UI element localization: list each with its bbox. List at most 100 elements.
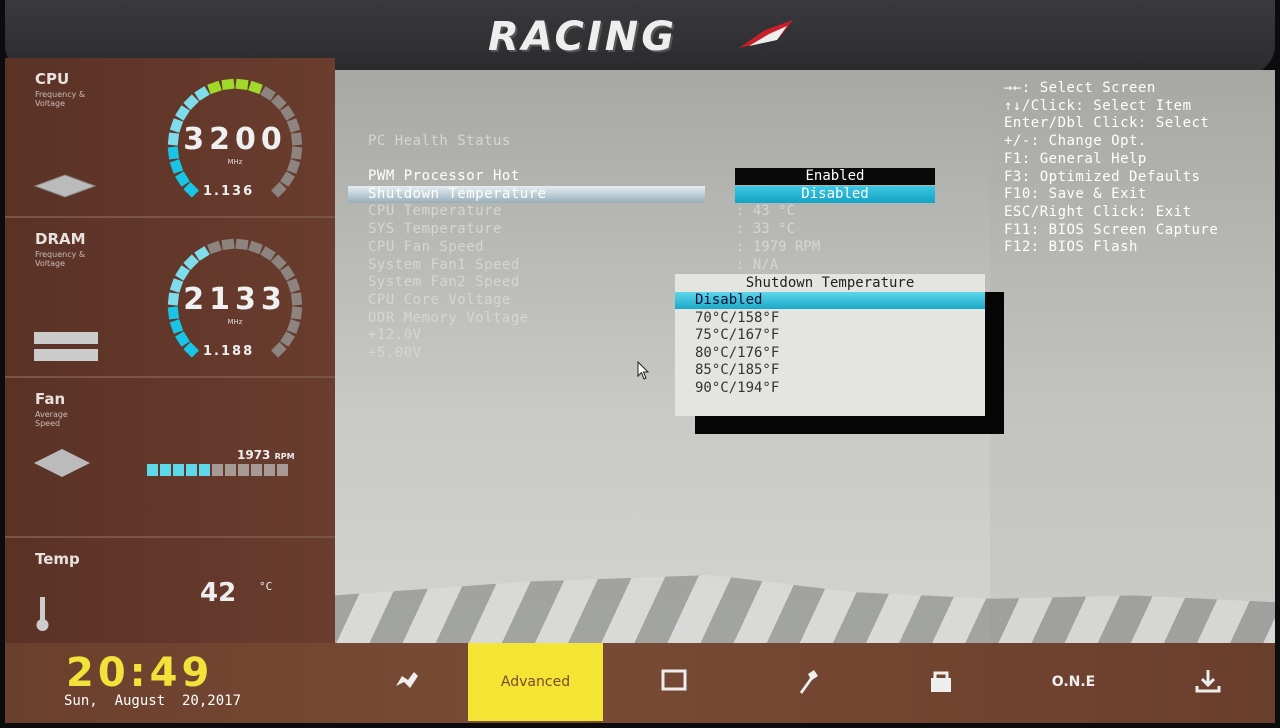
gauge-segment: [175, 105, 190, 121]
gauge-segment: [194, 246, 210, 261]
fan-speed-bar: [147, 464, 288, 476]
setting-value: : 43 °C: [736, 203, 796, 220]
gauge-segment: [183, 254, 199, 270]
popup-option[interactable]: 75°C/167°F: [675, 327, 985, 344]
cpu-frequency: 3200: [183, 122, 287, 157]
popup-title: Shutdown Temperature: [745, 275, 915, 291]
dram-voltage: 1.188: [203, 344, 255, 359]
lock-icon: [930, 671, 951, 692]
fan-title: Fan: [35, 390, 66, 408]
gauge-segment: [280, 105, 295, 121]
gauge-segment: [221, 238, 235, 251]
gauge-segment: [260, 86, 276, 101]
tab-label: O.N.E: [1051, 674, 1096, 690]
setting-label[interactable]: PWM Processor Hot: [368, 168, 520, 184]
cpu-unit: MHz: [227, 158, 243, 166]
help-line: F1: General Help: [1004, 150, 1147, 167]
flag-logo-icon: [739, 20, 793, 48]
dram-section: DRAM Frequency & Voltage 2133 MHz 1.188: [5, 218, 335, 378]
wrench-icon: [799, 670, 818, 694]
fan-bar-segment: [173, 464, 184, 476]
gauge-segment: [221, 78, 235, 91]
mouse-cursor-icon: [637, 361, 650, 380]
gauge-segment: [271, 94, 287, 110]
fan-rpm-unit: RPM: [274, 452, 295, 461]
fan-section: Fan Average Speed 1973 RPM: [5, 378, 335, 538]
tab-advanced[interactable]: Advanced: [468, 643, 603, 721]
tab-security[interactable]: [873, 643, 1008, 721]
gauge-segment: [183, 342, 199, 358]
temp-value: 42: [200, 578, 237, 608]
setting-label: +5.00V: [368, 345, 422, 361]
setting-label: System Fan1 Speed: [368, 256, 520, 273]
gauge-segment: [183, 182, 199, 198]
fan-bar-segment: [251, 464, 262, 476]
setting-value: : 33 °C: [736, 221, 796, 238]
popup-option[interactable]: 90°C/194°F: [675, 380, 985, 397]
gauge-segment: [271, 342, 287, 358]
setting-label: System Fan2 Speed: [368, 274, 520, 291]
fan-rpm: 1973 RPM: [237, 448, 295, 462]
gauge-segment: [235, 78, 249, 91]
shutdown-temperature-value[interactable]: Disabled: [735, 186, 935, 203]
gauge-segment: [183, 94, 199, 110]
popup-option[interactable]: 70°C/158°F: [675, 310, 985, 327]
tab-main[interactable]: [338, 643, 473, 721]
setting-label: CPU Temperature: [368, 203, 502, 220]
sidebar: CPU Frequency & Voltage 3200 MHz 1.136 D…: [5, 58, 335, 643]
help-line: F10: Save & Exit: [1004, 186, 1147, 203]
gauge-segment: [248, 240, 263, 255]
dram-unit: MHz: [227, 318, 243, 326]
gauge-segment: [271, 254, 287, 270]
temp-title: Temp: [35, 550, 80, 568]
cpu-section: CPU Frequency & Voltage 3200 MHz 1.136: [5, 58, 335, 218]
chip-icon: [661, 669, 686, 691]
setting-label: +12.0V: [368, 327, 422, 344]
popup-option[interactable]: 80°C/176°F: [675, 345, 985, 362]
gauge-segment: [280, 171, 295, 187]
fan-bar-segment: [225, 464, 236, 476]
tab-tools[interactable]: [740, 643, 875, 721]
dram-subtitle: Frequency & Voltage: [35, 250, 86, 268]
help-line: ESC/Right Click: Exit: [1004, 203, 1192, 220]
popup-option[interactable]: Disabled: [675, 292, 985, 309]
temp-unit: °C: [259, 580, 273, 593]
cpu-subtitle: Frequency & Voltage: [35, 90, 86, 108]
gauge-segment: [248, 80, 263, 95]
dram-module-icon: [34, 332, 98, 361]
racing-logo: RACING: [488, 14, 678, 60]
gauge-segment: [175, 265, 190, 281]
gauge-segment: [175, 171, 190, 187]
help-line: Enter/Dbl Click: Select: [1004, 115, 1210, 132]
section-title: PC Health Status: [368, 133, 511, 149]
flag-icon: [395, 672, 418, 688]
gauge-segment: [271, 182, 287, 198]
tab-save[interactable]: [1140, 643, 1275, 721]
cpu-title: CPU: [35, 70, 70, 88]
setting-label: SYS Temperature: [368, 221, 502, 238]
setting-value: : 1979 RPM: [736, 238, 821, 255]
pwm-processor-hot-value[interactable]: Enabled: [735, 168, 935, 185]
help-line: ↑↓/Click: Select Item: [1004, 97, 1192, 114]
popup-option[interactable]: 85°C/185°F: [675, 362, 985, 379]
fan-icon: [34, 449, 90, 477]
dram-frequency: 2133: [183, 282, 287, 317]
tab-chipset[interactable]: [606, 643, 741, 721]
fan-bar-segment: [160, 464, 171, 476]
help-line: F3: Optimized Defaults: [1004, 168, 1201, 185]
setting-label: CPU Core Voltage: [368, 291, 511, 308]
tab-label: Advanced: [500, 674, 571, 690]
setting-label: DDR Memory Voltage: [368, 309, 529, 326]
gauge-segment: [260, 246, 276, 261]
fan-bar-segment: [199, 464, 210, 476]
fan-bar-segment: [238, 464, 249, 476]
setting-label[interactable]: Shutdown Temperature: [368, 186, 547, 202]
gauge-segment: [207, 240, 222, 255]
tab-one[interactable]: O.N.E: [1006, 643, 1141, 721]
cpu-chip-icon: [33, 174, 97, 198]
cpu-voltage: 1.136: [203, 184, 255, 199]
help-line: →←: Select Screen: [1004, 80, 1156, 96]
fan-bar-segment: [212, 464, 223, 476]
gauge-segment: [175, 331, 190, 347]
help-line: F11: BIOS Screen Capture: [1004, 221, 1219, 238]
